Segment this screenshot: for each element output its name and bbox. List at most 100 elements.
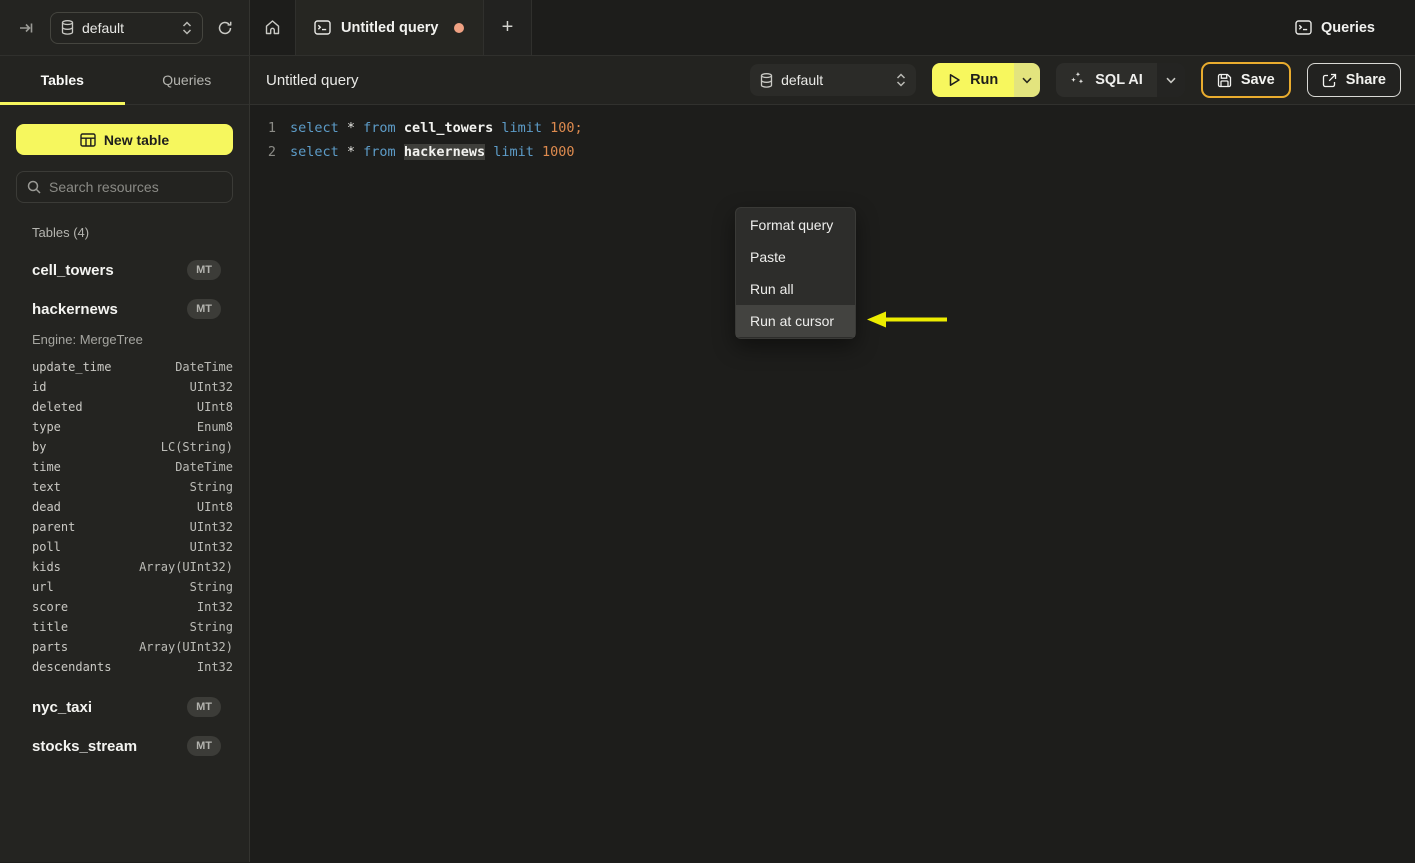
sidebar-tabs: Tables Queries xyxy=(0,56,249,105)
code-text: select * from cell_towers limit 100; xyxy=(276,120,583,136)
table-row-hackernews[interactable]: hackernews MT xyxy=(16,293,233,325)
column-name: by xyxy=(32,440,47,454)
code-token: from xyxy=(363,120,396,136)
query-toolbar: default Run SQL AI Save Share xyxy=(750,62,1401,98)
context-menu-item-run-at-cursor[interactable]: Run at cursor xyxy=(736,305,855,337)
terminal-icon xyxy=(314,20,331,35)
topbar-spacer xyxy=(532,0,1279,55)
sidebar-tab-tables[interactable]: Tables xyxy=(0,56,125,105)
column-type: UInt32 xyxy=(189,540,233,554)
database-selector-value: default xyxy=(82,19,125,36)
column-type: Int32 xyxy=(196,600,233,614)
main-pane: Untitled query default Run SQL AI Save S… xyxy=(250,56,1415,862)
column-row: title String xyxy=(32,617,233,637)
toolbar-database-selector[interactable]: default xyxy=(750,64,917,96)
column-row: parts Array(UInt32) xyxy=(32,637,233,657)
column-name: title xyxy=(32,620,69,634)
home-icon xyxy=(264,19,281,36)
column-type: UInt32 xyxy=(189,520,233,534)
new-table-button[interactable]: New table xyxy=(16,124,233,155)
context-menu-item-format-query[interactable]: Format query xyxy=(736,209,855,241)
code-token: select xyxy=(290,120,339,136)
column-type: UInt32 xyxy=(189,380,233,394)
share-icon xyxy=(1322,73,1337,88)
sql-ai-options-button[interactable] xyxy=(1156,63,1185,97)
column-type: Int32 xyxy=(196,660,233,674)
editor-context-menu: Format query Paste Run all Run at cursor xyxy=(735,207,856,339)
share-button-label: Share xyxy=(1345,72,1386,88)
sql-ai-button[interactable]: SQL AI xyxy=(1056,63,1157,97)
column-row: type Enum8 xyxy=(32,417,233,437)
code-token: from xyxy=(363,144,396,160)
database-selector[interactable]: default xyxy=(50,11,203,44)
table-row-stocks-stream[interactable]: stocks_stream MT xyxy=(16,730,233,762)
engine-badge: MT xyxy=(187,697,221,717)
new-tab-button[interactable]: + xyxy=(484,0,532,55)
code-line[interactable]: 2 select * from hackernews limit 1000 xyxy=(250,140,1415,164)
column-name: text xyxy=(32,480,61,494)
queries-button[interactable]: Queries xyxy=(1279,0,1415,55)
engine-badge: MT xyxy=(187,260,221,280)
share-button[interactable]: Share xyxy=(1306,63,1401,97)
top-bar: default Untitled query + Queries xyxy=(0,0,1415,56)
context-menu-item-paste[interactable]: Paste xyxy=(736,241,855,273)
column-type: DateTime xyxy=(175,460,233,474)
column-type: Array(UInt32) xyxy=(139,560,233,574)
engine-badge: MT xyxy=(187,299,221,319)
table-name: stocks_stream xyxy=(32,737,138,755)
run-button[interactable]: Run xyxy=(932,63,1015,97)
sql-ai-label: SQL AI xyxy=(1095,72,1143,88)
code-token: hackernews xyxy=(403,144,486,160)
column-type: DateTime xyxy=(175,360,233,374)
column-type: UInt8 xyxy=(196,400,233,414)
code-token: 1000 xyxy=(542,144,575,160)
collapse-sidebar-icon[interactable] xyxy=(14,16,38,40)
column-row: score Int32 xyxy=(32,597,233,617)
column-name: id xyxy=(32,380,47,394)
column-row: dead UInt8 xyxy=(32,497,233,517)
column-row: poll UInt32 xyxy=(32,537,233,557)
database-icon xyxy=(61,20,74,35)
sql-ai-split-button: SQL AI xyxy=(1056,63,1185,97)
line-number: 2 xyxy=(267,144,276,160)
column-type: Array(UInt32) xyxy=(139,640,233,654)
toolbar-database-value: default xyxy=(781,72,824,88)
column-row: descendants Int32 xyxy=(32,657,233,677)
tables-section-label: Tables (4) xyxy=(32,225,90,240)
column-type: Enum8 xyxy=(196,420,233,434)
column-type: LC(String) xyxy=(160,440,233,454)
query-header: Untitled query default Run SQL AI Save S… xyxy=(250,56,1415,105)
table-row-nyc-taxi[interactable]: nyc_taxi MT xyxy=(16,691,233,723)
column-name: score xyxy=(32,600,69,614)
sparkles-icon xyxy=(1070,72,1086,88)
column-name: parent xyxy=(32,520,76,534)
column-name: deleted xyxy=(32,400,83,414)
context-menu-item-run-all[interactable]: Run all xyxy=(736,273,855,305)
tab-untitled-query[interactable]: Untitled query xyxy=(296,0,484,55)
column-name: poll xyxy=(32,540,61,554)
column-name: type xyxy=(32,420,61,434)
column-row: url String xyxy=(32,577,233,597)
run-options-button[interactable] xyxy=(1014,63,1041,97)
table-row-cell-towers[interactable]: cell_towers MT xyxy=(16,254,233,286)
search-input[interactable] xyxy=(49,179,222,195)
play-icon xyxy=(948,73,961,87)
tab-title: Untitled query xyxy=(341,19,439,36)
column-list: update_time DateTime id UInt32 deleted UInt8 t… xyxy=(16,357,233,677)
code-token: * xyxy=(338,120,364,136)
search-box[interactable] xyxy=(16,171,233,203)
refresh-icon[interactable] xyxy=(215,18,235,38)
code-line[interactable]: 1 select * from cell_towers limit 100; xyxy=(250,116,1415,140)
column-type: String xyxy=(189,480,233,494)
code-token: * xyxy=(338,144,364,160)
column-row: deleted UInt8 xyxy=(32,397,233,417)
sidebar-tab-queries[interactable]: Queries xyxy=(125,56,250,104)
save-button[interactable]: Save xyxy=(1200,62,1291,98)
home-button[interactable] xyxy=(250,0,296,55)
table-name: cell_towers xyxy=(32,261,114,279)
run-split-button: Run xyxy=(932,63,1041,97)
column-row: text String xyxy=(32,477,233,497)
sidebar: Tables Queries New table Tables (4) xyxy=(0,56,250,862)
